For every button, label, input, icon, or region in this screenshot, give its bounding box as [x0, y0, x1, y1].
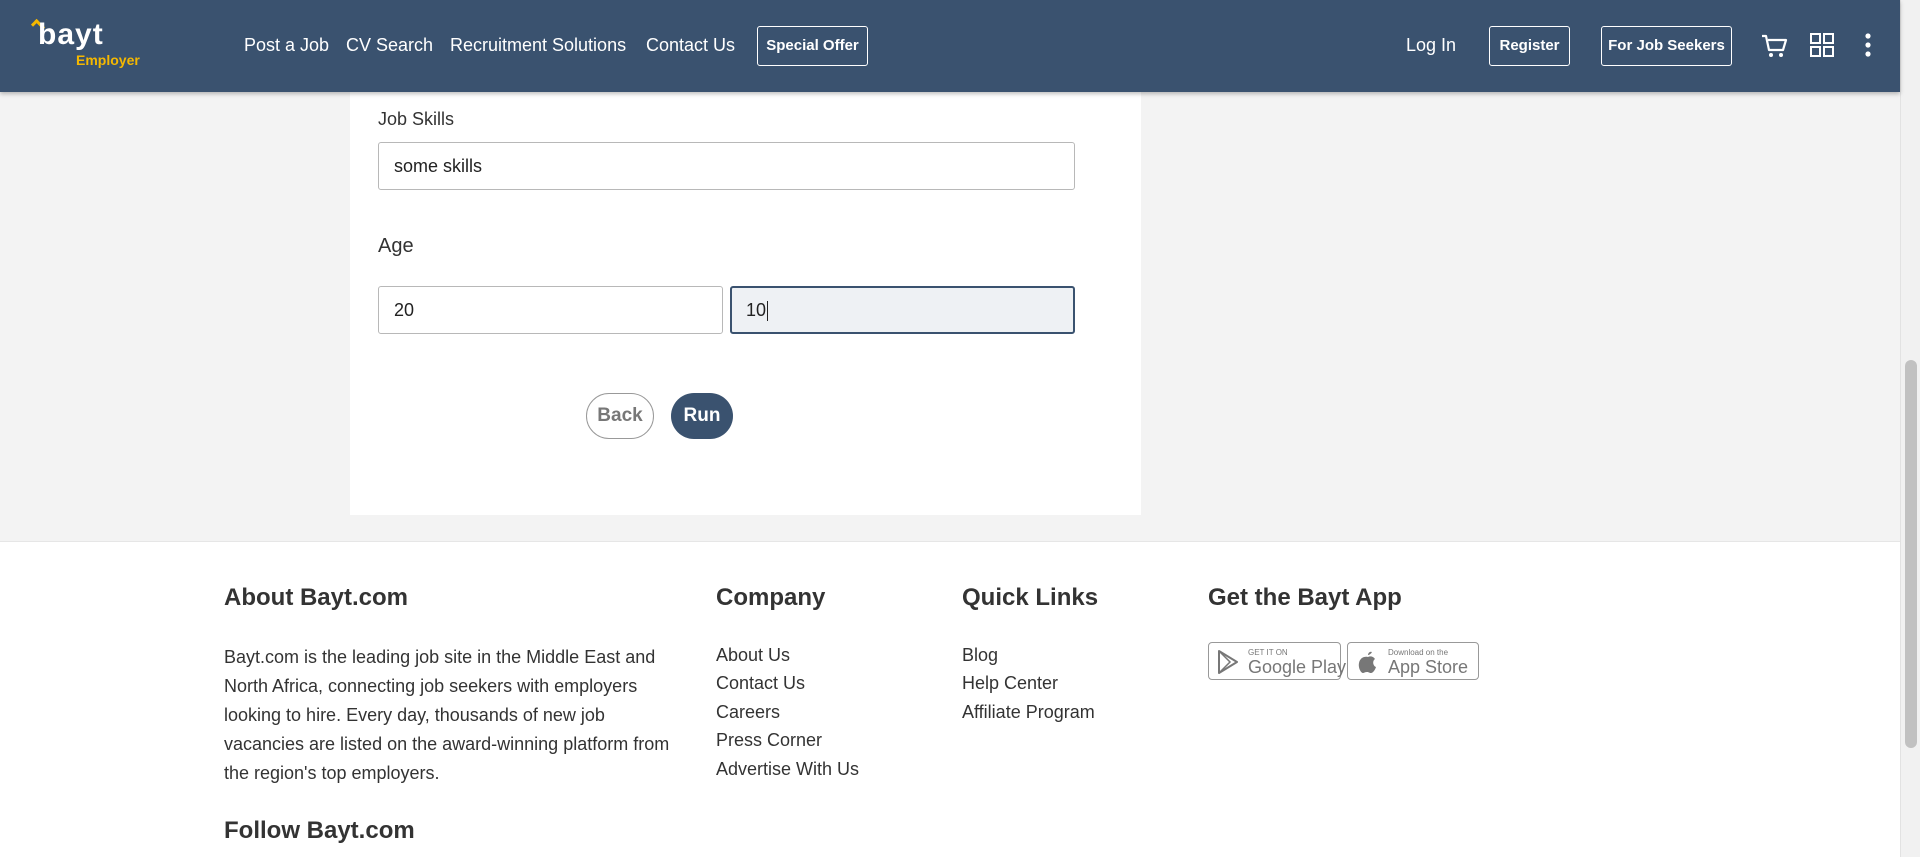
apple-icon: [1358, 651, 1376, 673]
footer-link-about-us[interactable]: About Us: [716, 645, 790, 666]
company-heading: Company: [716, 584, 826, 611]
text-caret: [767, 301, 769, 322]
job-skills-label: Job Skills: [378, 109, 455, 129]
more-vertical-icon[interactable]: [1856, 30, 1880, 60]
site-footer: About Bayt.com Bayt.com is the leading j…: [0, 541, 1900, 857]
age-to-value: 10: [746, 300, 767, 320]
google-play-badge[interactable]: GET IT ON Google Play: [1208, 642, 1346, 680]
footer-link-careers[interactable]: Careers: [716, 702, 780, 723]
app-heading: Get the Bayt App: [1208, 584, 1402, 611]
for-job-seekers-button[interactable]: For Job Seekers: [1601, 26, 1732, 66]
follow-heading: Follow Bayt.com: [224, 817, 415, 844]
google-play-small-text: GET IT ON: [1248, 648, 1288, 657]
footer-link-press-corner[interactable]: Press Corner: [716, 730, 822, 751]
bayt-employer-logo[interactable]: bayt Employer: [30, 18, 142, 70]
app-store-small-text: Download on the: [1388, 648, 1449, 657]
footer-link-help-center[interactable]: Help Center: [962, 673, 1058, 694]
job-skills-input[interactable]: some skills: [378, 142, 1075, 190]
app-store-badge[interactable]: Download on the App Store: [1347, 642, 1479, 680]
age-label: Age: [378, 235, 414, 257]
report-form-card: Job Skills some skills Age 20 10 Back Ru…: [350, 92, 1141, 515]
logo-subtitle: Employer: [76, 52, 140, 68]
nav-post-a-job[interactable]: Post a Job: [244, 34, 329, 56]
run-button[interactable]: Run: [671, 393, 733, 439]
back-button[interactable]: Back: [586, 393, 654, 439]
age-from-input[interactable]: 20: [378, 286, 723, 334]
top-navbar: bayt Employer Post a Job CV Search Recru…: [0, 0, 1900, 92]
nav-cv-search[interactable]: CV Search: [346, 34, 433, 56]
register-button[interactable]: Register: [1489, 26, 1570, 66]
grid-icon[interactable]: [1808, 30, 1836, 60]
login-link[interactable]: Log In: [1406, 34, 1456, 56]
footer-link-affiliate[interactable]: Affiliate Program: [962, 702, 1095, 723]
logo-text: bayt: [38, 18, 104, 51]
about-heading: About Bayt.com: [224, 584, 409, 611]
footer-link-blog[interactable]: Blog: [962, 645, 998, 666]
scrollbar-thumb[interactable]: [1905, 360, 1917, 748]
footer-link-contact-us[interactable]: Contact Us: [716, 673, 805, 694]
google-play-text: Google Play: [1248, 657, 1347, 677]
age-to-input[interactable]: 10: [730, 286, 1075, 334]
app-store-text: App Store: [1388, 657, 1469, 677]
footer-link-advertise[interactable]: Advertise With Us: [716, 759, 859, 780]
page-scrollbar[interactable]: [1900, 0, 1920, 857]
about-text: Bayt.com is the leading job site in the …: [224, 647, 670, 783]
google-play-icon: [1218, 650, 1238, 674]
special-offer-button[interactable]: Special Offer: [757, 26, 868, 66]
nav-recruitment-solutions[interactable]: Recruitment Solutions: [450, 34, 626, 56]
nav-contact-us[interactable]: Contact Us: [646, 34, 735, 56]
cart-icon[interactable]: [1760, 30, 1788, 60]
quick-links-heading: Quick Links: [962, 584, 1099, 611]
